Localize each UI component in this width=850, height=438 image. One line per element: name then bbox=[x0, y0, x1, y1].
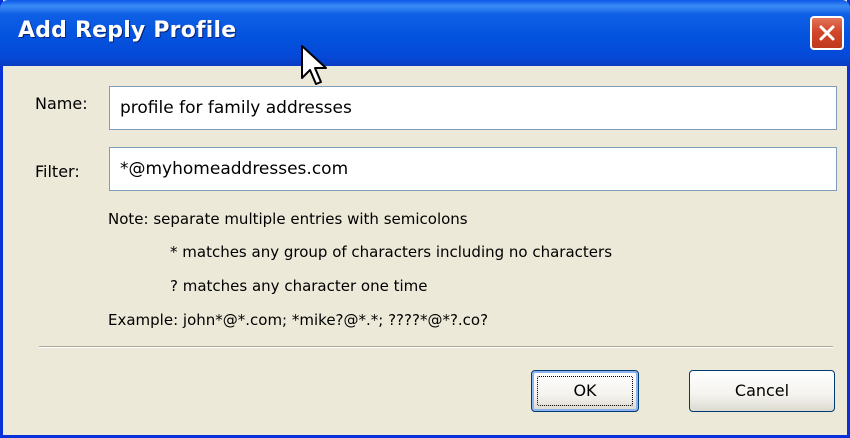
close-icon bbox=[819, 25, 835, 41]
separator bbox=[39, 346, 833, 348]
window-title: Add Reply Profile bbox=[18, 18, 237, 43]
ok-button[interactable]: OK bbox=[531, 370, 639, 412]
focus-rectangle bbox=[537, 376, 633, 406]
note-wildcard-question: ? matches any character one time bbox=[170, 277, 428, 295]
close-button[interactable] bbox=[810, 16, 844, 50]
mouse-pointer-icon bbox=[301, 45, 327, 85]
filter-input[interactable] bbox=[109, 147, 837, 191]
dialog-window: Add Reply Profile Name: Filter: Note: se… bbox=[0, 0, 850, 438]
name-label: Name: bbox=[35, 94, 88, 113]
name-input[interactable] bbox=[109, 86, 837, 130]
cancel-button-label: Cancel bbox=[734, 381, 790, 400]
note-example: Example: john*@*.com; *mike?@*.*; ????*@… bbox=[108, 311, 489, 329]
filter-label: Filter: bbox=[35, 162, 80, 181]
title-bar[interactable]: Add Reply Profile bbox=[0, 0, 850, 66]
note-line: Note: separate multiple entries with sem… bbox=[108, 210, 468, 228]
cancel-button[interactable]: Cancel bbox=[689, 370, 835, 412]
note-wildcard-star: * matches any group of characters includ… bbox=[170, 243, 613, 261]
